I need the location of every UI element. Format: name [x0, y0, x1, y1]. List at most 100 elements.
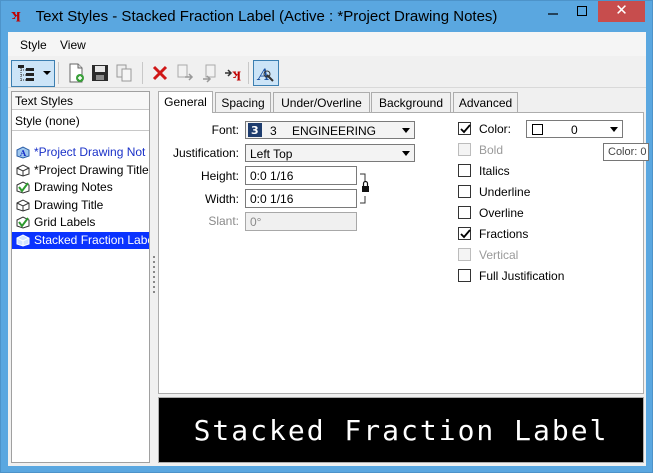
title-bar[interactable]: ʞ Text Styles - Stacked Fraction Label (…: [1, 1, 652, 32]
update-icon: [203, 64, 216, 83]
font-label: Font:: [211, 123, 239, 137]
delete-style-button[interactable]: [147, 60, 173, 86]
export-style-button[interactable]: ʞ: [220, 60, 246, 86]
minimize-icon: [548, 13, 558, 15]
underline-label: Underline: [479, 185, 531, 199]
save-button[interactable]: [87, 60, 113, 86]
svg-text:3: 3: [251, 124, 259, 137]
update-style-button[interactable]: [196, 60, 222, 86]
justification-label: Justification:: [172, 146, 239, 160]
chevron-down-icon: [610, 127, 618, 132]
tree-view-icon: [18, 65, 34, 82]
fractions-label: Fractions: [479, 227, 529, 241]
list-item-label: Drawing Notes: [34, 180, 113, 194]
import-icon: [177, 64, 194, 81]
menu-style[interactable]: Style: [20, 38, 47, 52]
font-select[interactable]: 3 3 ENGINEERING: [245, 121, 415, 139]
tab-general[interactable]: General: [158, 91, 213, 113]
width-input[interactable]: 0:0 1/16: [245, 189, 357, 208]
vertical-checkbox[interactable]: [458, 248, 471, 261]
color-checkbox-label: Color:: [479, 122, 512, 136]
toolbar-separator: [58, 62, 59, 84]
checkmark-icon: [460, 229, 471, 239]
overline-label: Overline: [479, 206, 524, 220]
overline-checkbox[interactable]: [458, 206, 471, 219]
checkmark-icon: [460, 124, 471, 134]
text-styles-list-pane: Text Styles Style (none) A *Project Draw…: [11, 91, 150, 463]
list-item[interactable]: Stacked Fraction Labe: [12, 231, 149, 249]
new-document-icon: [69, 63, 84, 83]
tab-under-overline[interactable]: Under/Overline: [273, 92, 370, 112]
text-styles-window: ʞ Text Styles - Stacked Fraction Label (…: [0, 0, 653, 473]
color-value: 0: [571, 123, 578, 137]
active-style-icon: A: [16, 146, 30, 159]
pane-splitter[interactable]: [153, 256, 156, 296]
toolbar-separator: [142, 62, 143, 84]
chevron-down-icon: [402, 151, 410, 156]
font-number: 3: [270, 124, 277, 138]
color-tooltip: Color: 0: [603, 143, 649, 161]
toolbar-separator: [248, 62, 249, 84]
italics-checkbox[interactable]: [458, 164, 471, 177]
toolbar: ʞ A: [8, 58, 646, 88]
style-settings-pane: General Spacing Under/Overline Backgroun…: [158, 91, 644, 463]
list-item[interactable]: Drawing Title: [12, 197, 149, 215]
slant-input[interactable]: 0°: [245, 212, 357, 231]
justification-value: Left Top: [250, 147, 293, 161]
list-item[interactable]: A *Project Drawing Not: [12, 144, 149, 162]
style-none-item[interactable]: Style (none): [12, 110, 149, 131]
width-label: Width:: [204, 192, 239, 206]
underline-checkbox[interactable]: [458, 185, 471, 198]
color-swatch: [532, 124, 543, 135]
bold-label: Bold: [479, 143, 504, 157]
svg-text:A: A: [19, 148, 27, 158]
copy-icon: [116, 64, 132, 82]
tab-advanced[interactable]: Advanced: [453, 92, 518, 112]
menu-view[interactable]: View: [60, 38, 86, 52]
preview-text-button[interactable]: A: [253, 60, 279, 86]
style-icon: [16, 198, 30, 212]
floppy-disk-icon: [92, 65, 108, 81]
close-button[interactable]: ✕: [598, 1, 645, 22]
color-select[interactable]: 0: [526, 120, 623, 138]
list-item-label: *Project Drawing Not: [34, 145, 146, 159]
list-item-label: *Project Drawing Title: [34, 162, 149, 177]
chevron-down-icon: [43, 71, 51, 75]
svg-text:ʞ: ʞ: [232, 67, 241, 81]
maximize-button[interactable]: [568, 1, 595, 22]
full-justification-label: Full Justification: [479, 269, 565, 283]
maximize-icon: [576, 6, 587, 16]
justification-select[interactable]: Left Top: [245, 144, 415, 162]
fractions-checkbox[interactable]: [458, 227, 471, 240]
bold-checkbox[interactable]: [458, 143, 471, 156]
minimize-button[interactable]: [539, 1, 567, 22]
copy-style-button[interactable]: [111, 60, 137, 86]
italics-label: Italics: [479, 164, 510, 178]
list-item[interactable]: *Project Drawing Title: [12, 162, 149, 180]
client-area: Style View ʞ A Text Styles Style (none) …: [8, 32, 646, 466]
export-icon: ʞ: [225, 67, 241, 81]
list-item[interactable]: Grid Labels: [12, 214, 149, 232]
library-style-icon: [16, 216, 30, 229]
delete-icon: [152, 65, 168, 81]
height-label: Height:: [200, 169, 239, 183]
font-name: ENGINEERING: [292, 124, 377, 138]
tab-spacing[interactable]: Spacing: [215, 92, 271, 112]
list-item-label: Grid Labels: [34, 215, 96, 229]
style-icon: [16, 233, 30, 247]
list-item[interactable]: Drawing Notes: [12, 179, 149, 197]
import-style-button[interactable]: [172, 60, 198, 86]
height-input[interactable]: 0:0 1/16: [245, 166, 357, 185]
tab-background[interactable]: Background: [371, 92, 451, 112]
menu-bar: Style View: [8, 32, 646, 56]
list-header: Text Styles: [12, 92, 149, 110]
view-mode-dropdown[interactable]: [11, 60, 55, 87]
chevron-down-icon: [402, 128, 410, 133]
style-icon: [16, 163, 30, 177]
list-item-label: Drawing Title: [34, 197, 104, 212]
color-checkbox[interactable]: [458, 122, 471, 135]
full-justification-checkbox[interactable]: [458, 269, 471, 282]
new-style-button[interactable]: [63, 60, 89, 86]
lock-aspect-icon[interactable]: [359, 169, 373, 209]
style-list: A *Project Drawing Not *Project Drawing …: [12, 144, 149, 249]
